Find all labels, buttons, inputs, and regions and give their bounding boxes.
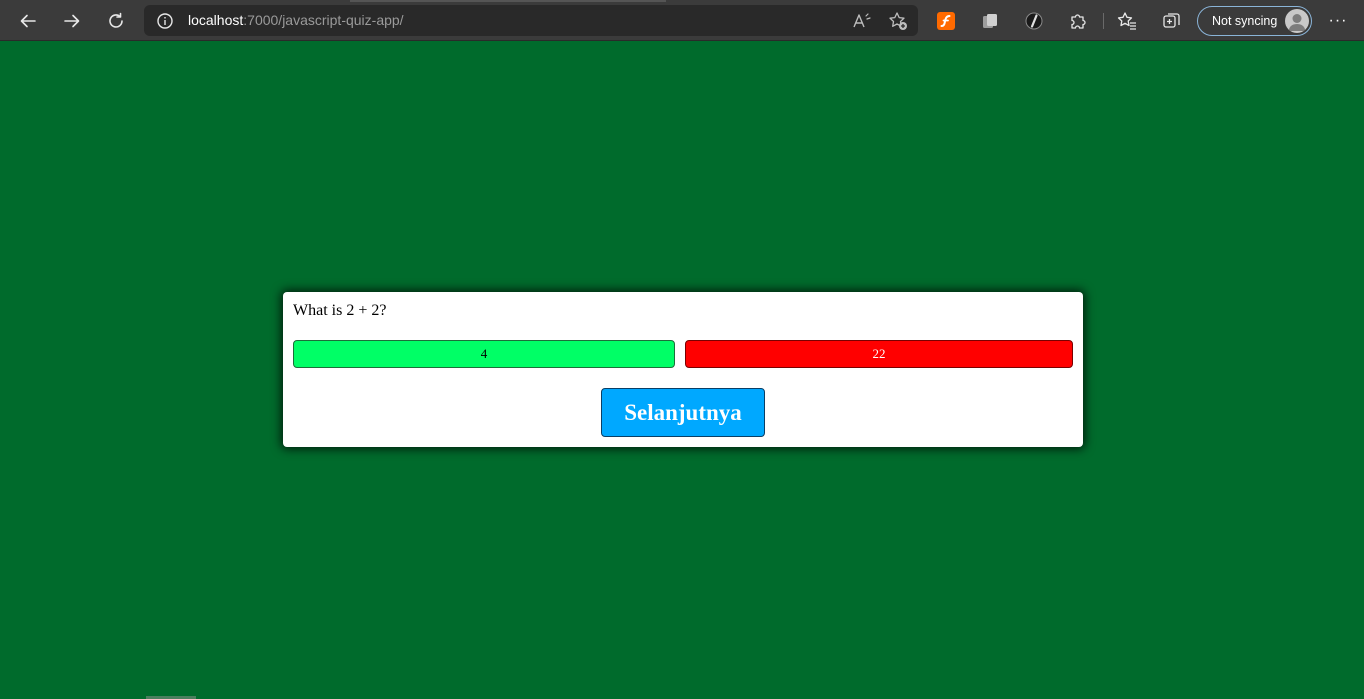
favorites-button[interactable]: [1115, 9, 1139, 33]
arrow-right-icon: [64, 14, 80, 28]
browser-toolbar: localhost:7000/javascript-quiz-app/ Not …: [0, 0, 1364, 41]
info-icon[interactable]: [156, 12, 174, 30]
collections-icon: [1163, 13, 1180, 28]
dark-reader-icon: [1025, 12, 1043, 30]
favorites-icon: [1117, 12, 1136, 30]
puzzle-icon: [1071, 14, 1086, 29]
read-aloud-icon: [853, 13, 871, 28]
sync-status-label: Not syncing: [1212, 14, 1278, 28]
url-text[interactable]: localhost:7000/javascript-quiz-app/: [188, 12, 404, 29]
star-add-icon: [889, 12, 907, 30]
flash-extension-icon: [937, 12, 955, 30]
extension-flash-button[interactable]: [934, 9, 958, 33]
back-button[interactable]: [13, 6, 43, 36]
extensions-button[interactable]: [1066, 9, 1090, 33]
address-bar[interactable]: localhost:7000/javascript-quiz-app/: [144, 5, 918, 36]
toolbar-divider: [1103, 13, 1104, 29]
quiz-card: What is 2 + 2? 4 22 Selanjutnya: [283, 292, 1083, 447]
arrow-left-icon: [20, 14, 36, 28]
extension-dark-button[interactable]: [1022, 9, 1046, 33]
add-favorite-button[interactable]: [888, 11, 908, 31]
collections-button[interactable]: [1160, 9, 1184, 33]
person-icon: [1288, 14, 1306, 31]
settings-menu-button[interactable]: ···: [1326, 9, 1350, 33]
url-host: localhost: [188, 12, 244, 28]
more-icon: ···: [1328, 12, 1348, 29]
reload-icon: [109, 12, 123, 28]
url-path: :7000/javascript-quiz-app/: [243, 12, 404, 28]
answer-button-correct[interactable]: 4: [293, 340, 675, 368]
reload-button[interactable]: [101, 6, 131, 36]
question-text: What is 2 + 2?: [293, 302, 387, 319]
next-button[interactable]: Selanjutnya: [601, 388, 765, 437]
extension-copy-button[interactable]: [978, 9, 1002, 33]
profile-sync-button[interactable]: Not syncing: [1197, 6, 1312, 36]
answer-button-wrong[interactable]: 22: [685, 340, 1073, 368]
read-aloud-button[interactable]: [852, 11, 872, 31]
active-tab-indicator: [350, 0, 666, 2]
avatar: [1285, 9, 1309, 33]
forward-button[interactable]: [57, 6, 87, 36]
copy-extension-icon: [983, 14, 997, 28]
